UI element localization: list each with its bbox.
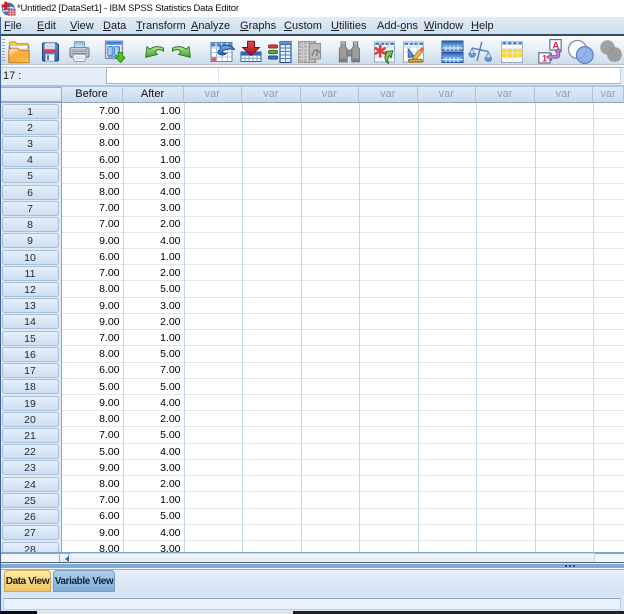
svg-text:1: 1 bbox=[542, 53, 548, 64]
